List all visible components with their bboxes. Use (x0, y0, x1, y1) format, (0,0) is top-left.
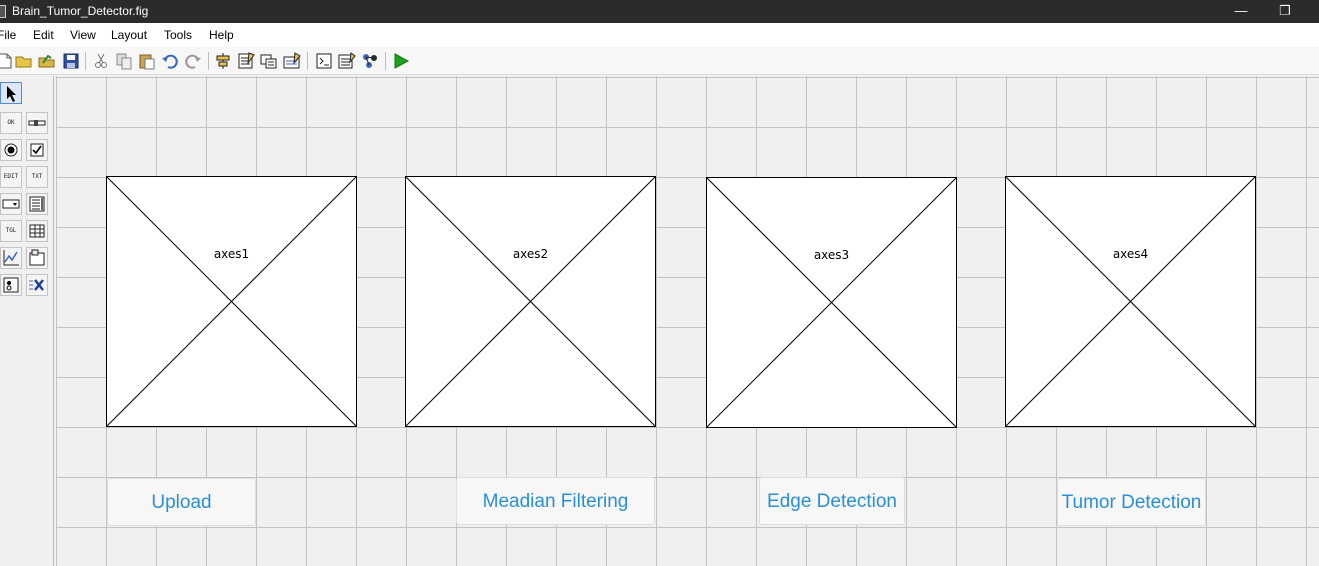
window-title: Brain_Tumor_Detector.fig (12, 4, 149, 18)
menu-view[interactable]: View (70, 28, 96, 42)
app-icon (0, 5, 6, 18)
edit-text-tool-label: EDIT (3, 173, 19, 180)
activex-tool[interactable] (26, 274, 48, 296)
toggle-button-tool[interactable]: TGL (0, 220, 22, 242)
editor-icon[interactable] (315, 52, 333, 70)
pushbutton-tool-label: OK (7, 119, 15, 126)
align-objects-icon[interactable] (214, 52, 232, 70)
axes-tool[interactable] (0, 247, 22, 269)
property-inspector-icon[interactable] (338, 52, 356, 70)
axes-3[interactable]: axes3 (706, 177, 957, 428)
menu-help[interactable]: Help (209, 28, 234, 42)
checkbox-tool[interactable] (26, 139, 48, 161)
edge-detection-button[interactable]: Edge Detection (759, 477, 905, 525)
static-text-tool[interactable]: TXT (26, 166, 48, 188)
open-folder-icon[interactable] (38, 52, 56, 70)
menu-file[interactable]: File (0, 28, 16, 42)
axes-2[interactable]: axes2 (405, 176, 656, 427)
save-icon[interactable] (62, 52, 80, 70)
paste-icon[interactable] (138, 52, 156, 70)
object-browser-icon[interactable] (361, 52, 379, 70)
title-bar: Brain_Tumor_Detector.fig — ❐ (0, 0, 1319, 23)
tumor-detection-button[interactable]: Tumor Detection (1057, 478, 1206, 526)
button-group-tool[interactable] (0, 274, 22, 296)
copy-icon[interactable] (115, 52, 133, 70)
pushbutton-tool[interactable]: OK (0, 112, 22, 134)
toolbar-editor-icon[interactable] (283, 52, 301, 70)
menu-tools[interactable]: Tools (164, 28, 192, 42)
undo-icon[interactable] (161, 52, 179, 70)
slider-tool[interactable] (26, 112, 48, 134)
toggle-button-tool-label: TGL (5, 227, 17, 234)
axes-2-label: axes2 (512, 247, 549, 261)
axes-4-label: axes4 (1112, 247, 1149, 261)
panel-tool[interactable] (26, 247, 48, 269)
radio-button-tool[interactable] (0, 139, 22, 161)
axes-3-label: axes3 (813, 248, 850, 262)
listbox-tool[interactable] (26, 193, 48, 215)
menu-edit[interactable]: Edit (33, 28, 54, 42)
open-file-icon[interactable] (15, 52, 33, 70)
redo-icon[interactable] (184, 52, 202, 70)
menu-editor-icon[interactable] (237, 52, 255, 70)
new-file-icon[interactable] (0, 52, 14, 70)
menu-layout[interactable]: Layout (111, 28, 147, 42)
static-text-tool-label: TXT (31, 173, 43, 180)
axes-4[interactable]: axes4 (1005, 176, 1256, 427)
table-tool[interactable] (26, 220, 48, 242)
component-palette: OK EDIT TXT TGL (0, 76, 54, 566)
axes-1-label: axes1 (213, 247, 250, 261)
run-figure-icon[interactable] (392, 52, 410, 70)
minimize-button[interactable]: — (1226, 1, 1256, 21)
cut-icon[interactable] (92, 52, 110, 70)
select-tool[interactable] (0, 82, 22, 104)
tab-order-editor-icon[interactable] (260, 52, 278, 70)
layout-canvas[interactable]: axes1 axes2 axes3 axes4 Upload Meadian F… (56, 76, 1319, 566)
median-filtering-button[interactable]: Meadian Filtering (456, 477, 655, 525)
axes-1[interactable]: axes1 (106, 176, 357, 427)
restore-button[interactable]: ❐ (1270, 1, 1300, 21)
upload-button[interactable]: Upload (107, 478, 256, 526)
popup-menu-tool[interactable] (0, 193, 22, 215)
toolbar (0, 47, 1319, 75)
edit-text-tool[interactable]: EDIT (0, 166, 22, 188)
menu-bar: File Edit View Layout Tools Help (0, 23, 1319, 47)
